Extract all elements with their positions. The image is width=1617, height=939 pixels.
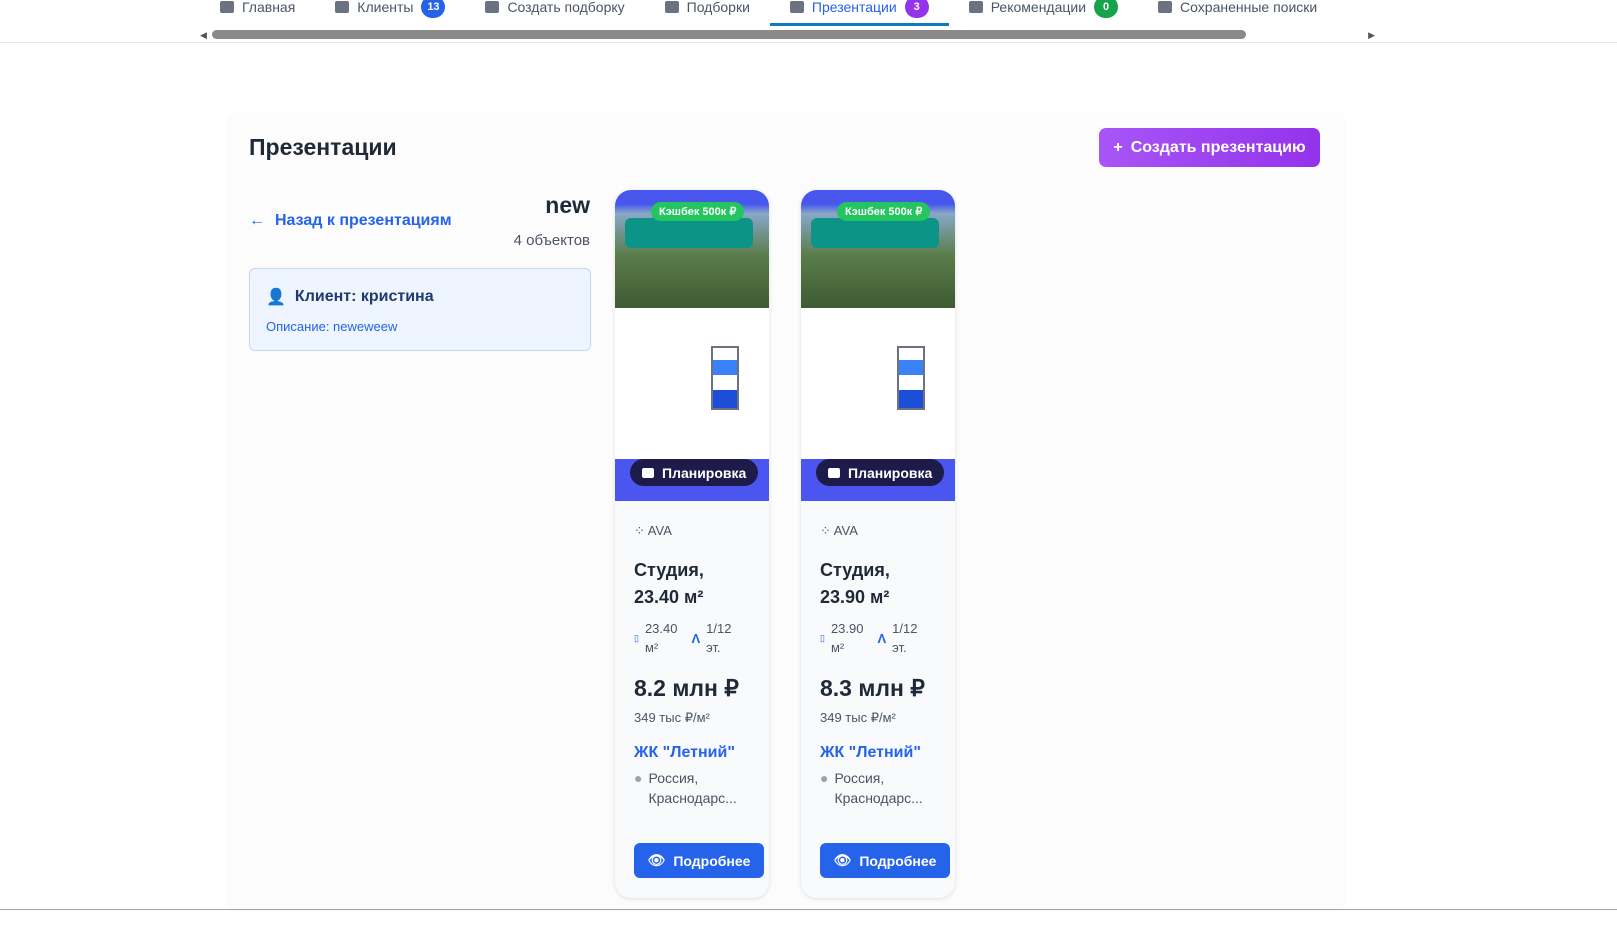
address-line: Краснодарс... [834,790,923,806]
tab-label: Клиенты [357,0,414,15]
tab-label: Рекомендации [990,0,1087,15]
home-icon [220,1,234,13]
star-icon [968,1,983,13]
plus-circle-icon [485,1,500,13]
horizontal-scrollbar[interactable]: ◀ ▶ [200,30,1375,40]
top-navigation: Главная Клиенты 13 Создать подборку Подборки… [0,0,1617,43]
presentation-name: new [545,192,590,218]
area-value: 23.90 [830,621,864,636]
area-unit: м² [830,640,845,655]
tab-badge: 13 [421,0,446,18]
tab-badge: 3 [904,0,929,18]
image-icon [828,467,840,478]
apartment-area-title: 23.40 м² [634,587,704,607]
property-card: Кэшбек 500к ₽ Планировка ⁘ AVA Студия, 23… [615,190,769,898]
floor-plan-label: Планировка [848,464,933,481]
floor-plan-image[interactable] [615,308,769,459]
details-label: Подробнее [859,852,937,869]
floor-icon: Λ [691,630,701,646]
list-icon [664,1,679,13]
price-per-m2: 349 тыс ₽/м² [634,710,710,725]
tab-5[interactable]: Рекомендации 0 [949,0,1138,26]
eye-icon: 👁 [647,852,666,868]
scrollbar-thumb[interactable] [212,30,1246,39]
floor-value: 1/12 [706,621,732,636]
apartment-area-title: 23.90 м² [820,587,890,607]
floor-plan-button[interactable]: Планировка [816,459,945,486]
price: 8.2 млн ₽ [634,675,739,701]
tab-2[interactable]: Создать подборку [465,0,644,26]
user-icon: 👤 [266,289,286,306]
object-count: 4 объектов [513,232,590,249]
image-icon [642,467,654,478]
tab-4[interactable]: Презентации 3 [769,0,949,26]
location-pin-icon: ● [820,770,829,786]
floor-icon: Λ [877,630,887,646]
address-line: Россия, [834,770,885,786]
create-presentation-label: Создать презентацию [1130,138,1306,156]
price-per-m2: 349 тыс ₽/м² [820,710,896,725]
tab-label: Сохраненные поиски [1180,0,1318,15]
client-name: Клиент: кристина [294,288,434,305]
tab-label: Создать подборку [507,0,625,15]
location-pin-icon: ● [634,770,643,786]
complex-photo: Кэшбек 500к ₽ [801,190,955,308]
search-icon [1158,1,1173,13]
developer-icon: ⁘ [820,523,834,538]
area-icon: ▯ [634,632,639,643]
floor-unit: эт. [892,640,907,655]
floor-plan-label: Планировка [662,464,747,481]
arrow-left-icon: ← [249,212,265,229]
cashback-badge: Кэшбек 500к ₽ [837,202,931,221]
nav-tabs: Главная Клиенты 13 Создать подборку Подборки… [200,0,1337,26]
address-line: Краснодарс... [648,790,737,806]
details-button[interactable]: 👁 Подробнее [820,843,950,878]
create-presentation-button[interactable]: + Создать презентацию [1099,128,1320,167]
tab-6[interactable]: Сохраненные поиски [1138,0,1337,26]
area-icon: ▯ [820,632,825,643]
apartment-type: Студия, [634,560,704,580]
presentations-panel: Презентации + Создать презентацию ← Назад … [226,112,1345,912]
tab-badge: 0 [1094,0,1119,18]
users-icon [335,1,350,13]
presentation-icon [789,1,804,13]
details-button[interactable]: 👁 Подробнее [634,843,764,878]
page-title: Презентации [249,134,397,160]
scroll-left-arrow-icon[interactable]: ◀ [200,30,207,41]
floor-unit: эт. [706,640,721,655]
cashback-badge: Кэшбек 500к ₽ [651,202,745,221]
presentation-description: Описание: neweweew [266,319,398,334]
scroll-right-arrow-icon[interactable]: ▶ [1368,30,1375,41]
area-value: 23.40 [644,621,678,636]
complex-link[interactable]: ЖК "Летний" [820,744,936,762]
area-unit: м² [644,640,659,655]
floor-plan-button[interactable]: Планировка [630,459,759,486]
tab-3[interactable]: Подборки [645,0,770,26]
developer-icon: ⁘ [634,523,648,538]
complex-link[interactable]: ЖК "Летний" [634,744,750,762]
tab-0[interactable]: Главная [200,0,315,26]
price: 8.3 млн ₽ [820,675,925,701]
developer-name: AVA [647,523,672,538]
developer-name: AVA [833,523,858,538]
divider [0,909,1617,910]
apartment-type: Студия, [820,560,890,580]
back-to-presentations-link[interactable]: ← Назад к презентациям [249,212,452,230]
floor-plan-image[interactable] [801,308,955,459]
client-info-box: 👤 Клиент: кристина Описание: neweweew [249,268,591,351]
tab-label: Презентации [811,0,897,15]
tab-label: Подборки [686,0,750,15]
floor-value: 1/12 [892,621,918,636]
eye-icon: 👁 [833,852,852,868]
back-label: Назад к презентациям [275,212,452,229]
details-label: Подробнее [673,852,751,869]
property-card: Кэшбек 500к ₽ Планировка ⁘ AVA Студия, 23… [801,190,955,898]
plus-icon: + [1113,138,1123,156]
tab-1[interactable]: Клиенты 13 [315,0,465,26]
complex-photo: Кэшбек 500к ₽ [615,190,769,308]
address-line: Россия, [648,770,699,786]
tab-label: Главная [242,0,296,15]
